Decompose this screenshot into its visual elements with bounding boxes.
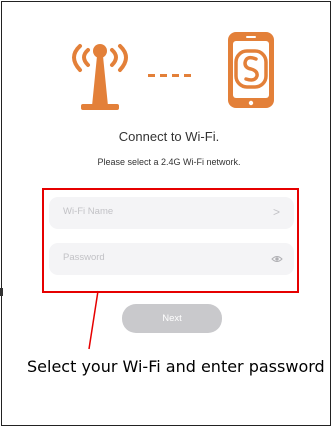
next-button[interactable]: Next bbox=[122, 304, 222, 333]
annotation-caption: Select your Wi-Fi and enter password bbox=[27, 357, 325, 376]
connection-illustration bbox=[72, 32, 274, 110]
edge-marker bbox=[0, 288, 3, 296]
highlight-box bbox=[42, 188, 299, 293]
wifi-router-icon bbox=[72, 44, 128, 110]
phone-app-icon bbox=[228, 32, 274, 108]
connection-dashes-icon bbox=[148, 74, 191, 77]
screenshot-frame: Connect to Wi-Fi. Please select a 2.4G W… bbox=[1, 1, 331, 426]
page-subtitle: Please select a 2.4G Wi-Fi network. bbox=[97, 157, 241, 167]
page-title: Connect to Wi-Fi. bbox=[118, 129, 220, 144]
